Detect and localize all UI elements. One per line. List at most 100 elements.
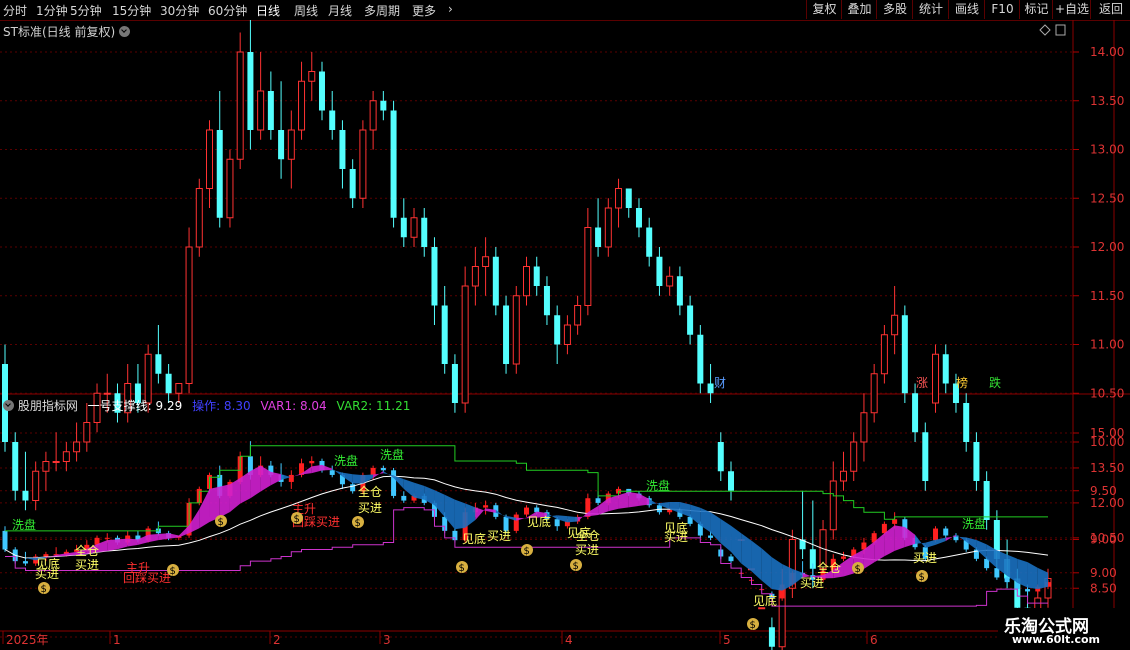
candle-body [901, 315, 908, 394]
candle-body [768, 627, 775, 647]
buy-label: 买进 [358, 501, 382, 515]
buy-label: 买进 [75, 558, 99, 572]
price-tick-label: 12.50 [1090, 191, 1124, 205]
candle-body [339, 130, 346, 169]
var2-label: VAR2: 11.21 [336, 399, 411, 413]
toolbar-button-2[interactable]: 多股 [876, 0, 913, 19]
trend-ribbon [25, 557, 36, 561]
toolbar-button-0[interactable]: 复权 [806, 0, 842, 19]
indicator-candle-body [933, 528, 939, 541]
candle-body [543, 286, 550, 316]
trend-ribbon [178, 525, 190, 538]
candle-body [850, 441, 858, 472]
period-tab-0[interactable]: 分时 [3, 2, 27, 19]
trend-ribbon [250, 465, 261, 499]
trend-ribbon [628, 492, 639, 508]
candle-body [932, 353, 940, 404]
period-tab-4[interactable]: 30分钟 [160, 2, 199, 19]
toolbar-button-4[interactable]: 画线 [948, 0, 985, 19]
candle-body [349, 169, 356, 199]
candle-body [728, 471, 735, 491]
period-tab-6[interactable]: 日线 [256, 2, 280, 19]
money-bag-symbol: $ [294, 514, 300, 525]
candle-body [503, 305, 510, 364]
indicator-tick-label: 13.50 [1090, 461, 1124, 475]
trend-ribbon [414, 482, 425, 500]
period-tab-1[interactable]: 1分钟 [36, 2, 68, 19]
candle-body [380, 100, 387, 111]
buy-label: 买进 [913, 551, 937, 565]
candle-body [880, 334, 888, 375]
toolbar-button-1[interactable]: 叠加 [841, 0, 877, 19]
trend-ribbon [1037, 567, 1048, 590]
price-tick-label: 8.50 [1090, 581, 1117, 595]
indicator-candle-body [2, 530, 8, 550]
candle-body [298, 80, 306, 131]
trend-ribbon [904, 526, 916, 548]
period-tab-5[interactable]: 60分钟 [208, 2, 247, 19]
candlestick-chart[interactable]: 14.657.77财涨榜跌洗盘洗盘洗盘洗盘洗盘见底见底见底见底见底见底买进买进买… [0, 20, 1130, 650]
candle-body [421, 217, 428, 247]
candle-body [83, 422, 91, 443]
event-mark: 涨 [916, 375, 928, 390]
chevron-right-icon[interactable]: › [448, 2, 453, 16]
trend-ribbon [751, 540, 762, 581]
candle-body [471, 266, 479, 287]
candle-body [595, 227, 602, 247]
candle-body [165, 373, 172, 394]
trend-ribbon [741, 533, 752, 572]
quancang-label: 全仓 [817, 560, 841, 575]
period-tab-9[interactable]: 多周期 [364, 2, 400, 19]
xipan-label: 洗盘 [380, 447, 404, 462]
trend-ribbon [618, 492, 629, 509]
candle-body [574, 305, 582, 326]
indicator-tick-label: 12.00 [1090, 496, 1124, 510]
period-tab-3[interactable]: 15分钟 [112, 2, 151, 19]
candle-body [533, 266, 540, 286]
trend-ribbon [1017, 558, 1028, 588]
trend-ribbon [362, 474, 374, 484]
toolbar-button-3[interactable]: 统计 [912, 0, 949, 19]
huicai-label: 回踩买进 [123, 571, 171, 585]
candle-body [891, 314, 899, 336]
toolbar-button-7[interactable]: +自选 [1052, 0, 1091, 19]
candle-body [236, 51, 244, 160]
candle-body [441, 305, 448, 364]
period-tab-10[interactable]: 更多 [412, 2, 436, 19]
trend-ribbon [516, 517, 527, 521]
event-mark: 财 [714, 376, 726, 390]
toolbar-button-8[interactable]: 返回 [1090, 0, 1130, 19]
indicator-candle-body [708, 535, 714, 538]
candle-body [666, 275, 674, 287]
trend-ribbon [352, 474, 363, 484]
indicator-candle-body [881, 523, 887, 534]
toolbar-button-6[interactable]: 标记 [1019, 0, 1053, 19]
price-tick-label: 13.50 [1090, 94, 1124, 108]
candle-body [216, 130, 223, 218]
period-tab-8[interactable]: 月线 [328, 2, 352, 19]
period-tab-2[interactable]: 5分钟 [70, 2, 102, 19]
candle-body [22, 490, 29, 501]
indicator-candle-body [401, 495, 407, 501]
candle-body [329, 110, 336, 130]
trend-ribbon [649, 499, 660, 506]
indicator-tick-label: 15.00 [1090, 426, 1124, 440]
candle-body [410, 217, 418, 238]
trend-ribbon [107, 539, 118, 552]
period-tab-7[interactable]: 周线 [294, 2, 318, 19]
indicator-candle-body [840, 556, 846, 559]
money-bag-symbol: $ [919, 572, 925, 583]
chevron-down-icon[interactable] [3, 400, 14, 411]
price-tick-label: 14.00 [1090, 45, 1124, 59]
candle-body [461, 285, 469, 404]
trend-ribbon [771, 557, 783, 591]
toolbar-button-5[interactable]: F10 [984, 0, 1020, 19]
candle-body [32, 470, 40, 501]
xipan-label: 洗盘 [646, 478, 670, 493]
trend-ribbon [403, 479, 415, 498]
buy-label: 买进 [664, 530, 688, 544]
money-bag-symbol: $ [218, 517, 224, 528]
buy-label: 买进 [800, 576, 824, 590]
indicator-panel-title: 股朋指标网 一号支撑线: 9.29 操作: 8.30 VAR1: 8.04 VA… [3, 397, 410, 414]
candle-body [257, 90, 265, 131]
